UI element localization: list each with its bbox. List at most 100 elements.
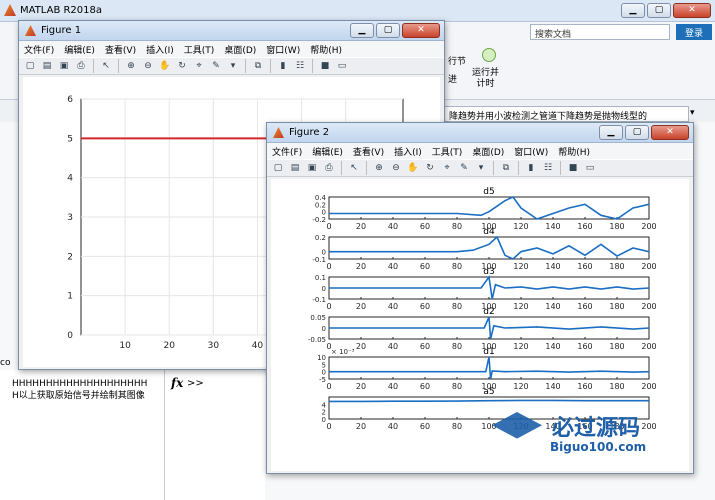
pointer-icon[interactable]: ↖: [347, 161, 361, 175]
zoom-out-icon[interactable]: ⊖: [141, 59, 155, 73]
figure1-toolbar: ▢ ▤ ▣ ⎙ ↖ ⊕ ⊖ ✋ ↻ ⌖ ✎ ▾ ⧉ ▮ ☷ ■ ▭: [19, 57, 444, 75]
hide-plot-tools-icon[interactable]: ■: [318, 59, 332, 73]
command-window[interactable]: fx >>: [165, 370, 265, 500]
x-tick-label: 20: [356, 382, 366, 391]
close-button[interactable]: ✕: [402, 23, 440, 38]
close-button[interactable]: ✕: [651, 125, 689, 140]
x-tick-label: 200: [641, 342, 656, 351]
x-tick-label: 20: [356, 302, 366, 311]
print-icon[interactable]: ⎙: [322, 161, 336, 175]
hide-plot-tools-icon[interactable]: ■: [566, 161, 580, 175]
brush-icon[interactable]: ✎: [209, 59, 223, 73]
menu-edit[interactable]: 编辑(E): [307, 145, 348, 158]
x-tick-label: 160: [577, 342, 592, 351]
menu-desktop[interactable]: 桌面(D): [219, 43, 261, 56]
current-folder-path[interactable]: 降趋势并用小波检测之管道下降趋势是抛物线型的: [444, 106, 689, 122]
menu-help[interactable]: 帮助(H): [305, 43, 347, 56]
menu-insert[interactable]: 插入(I): [389, 145, 427, 158]
y-tick-label: -0.1: [312, 296, 326, 304]
minimize-button[interactable]: ▁: [621, 3, 645, 18]
run-and-time-icon[interactable]: [482, 48, 496, 62]
y-tick-label: 6: [67, 95, 73, 105]
run-and-time-label[interactable]: 运行并 计时: [472, 68, 499, 90]
print-icon[interactable]: ⎙: [74, 59, 88, 73]
toolbar-separator: [270, 59, 271, 73]
subplot-title: a5: [483, 387, 494, 397]
brush-icon[interactable]: ✎: [457, 161, 471, 175]
figure2-menubar: 文件(F) 编辑(E) 查看(V) 插入(I) 工具(T) 桌面(D) 窗口(W…: [267, 143, 693, 159]
x-tick-label: 80: [452, 342, 462, 351]
zoom-in-icon[interactable]: ⊕: [372, 161, 386, 175]
colorbar-icon[interactable]: ▮: [524, 161, 538, 175]
ribbon-advance-label[interactable]: 进: [448, 72, 457, 85]
figure-icon: [25, 25, 36, 36]
subplot-title: d1: [483, 347, 494, 357]
workspace-panel: HHHHHHHHHHHHHHHHHHHHH以上获取原始信号并绘制其图像: [0, 370, 165, 500]
legend-icon[interactable]: ☷: [541, 161, 555, 175]
colorbar-icon[interactable]: ▮: [276, 59, 290, 73]
close-button[interactable]: ✕: [673, 3, 711, 18]
matlab-window-controls: ▁ ▢ ✕: [621, 3, 711, 18]
link-plot-icon[interactable]: ⧉: [251, 59, 265, 73]
x-tick-label: 80: [452, 302, 462, 311]
ribbon-run-section-label[interactable]: 行节: [448, 54, 466, 67]
menu-help[interactable]: 帮助(H): [553, 145, 595, 158]
open-file-icon[interactable]: ▤: [288, 161, 302, 175]
x-tick-label: 140: [545, 382, 560, 391]
x-tick-label: 60: [420, 382, 430, 391]
x-tick-label: 60: [420, 302, 430, 311]
x-tick-label: 200: [641, 382, 656, 391]
brush-dropdown-icon[interactable]: ▾: [474, 161, 488, 175]
x-tick-label: 40: [388, 382, 398, 391]
menu-window[interactable]: 窗口(W): [261, 43, 305, 56]
open-file-icon[interactable]: ▤: [40, 59, 54, 73]
maximize-button[interactable]: ▢: [625, 125, 649, 140]
maximize-button[interactable]: ▢: [647, 3, 671, 18]
login-button[interactable]: 登录: [676, 24, 712, 40]
data-cursor-icon[interactable]: ⌖: [192, 59, 206, 73]
brush-dropdown-icon[interactable]: ▾: [226, 59, 240, 73]
x-tick-label: 0: [326, 262, 331, 271]
x-tick-label: 120: [513, 382, 528, 391]
legend-icon[interactable]: ☷: [293, 59, 307, 73]
save-icon[interactable]: ▣: [305, 161, 319, 175]
save-icon[interactable]: ▣: [57, 59, 71, 73]
show-plot-tools-icon[interactable]: ▭: [583, 161, 597, 175]
menu-tools[interactable]: 工具(T): [427, 145, 468, 158]
subplot-axes: [328, 236, 650, 260]
pointer-icon[interactable]: ↖: [99, 59, 113, 73]
y-tick-label: 2: [67, 252, 73, 262]
menu-insert[interactable]: 插入(I): [141, 43, 179, 56]
menu-view[interactable]: 查看(V): [100, 43, 141, 56]
figure1-titlebar[interactable]: Figure 1 ▁ ▢ ✕: [19, 21, 444, 41]
path-dropdown-icon[interactable]: ▾: [690, 108, 695, 118]
maximize-button[interactable]: ▢: [376, 23, 400, 38]
figure1-title: Figure 1: [41, 25, 82, 36]
x-tick-label: 80: [452, 222, 462, 231]
new-figure-icon[interactable]: ▢: [23, 59, 37, 73]
figure2-titlebar[interactable]: Figure 2 ▁ ▢ ✕: [267, 123, 693, 143]
menu-edit[interactable]: 编辑(E): [59, 43, 100, 56]
data-cursor-icon[interactable]: ⌖: [440, 161, 454, 175]
pan-icon[interactable]: ✋: [406, 161, 420, 175]
link-plot-icon[interactable]: ⧉: [499, 161, 513, 175]
menu-window[interactable]: 窗口(W): [509, 145, 553, 158]
menu-view[interactable]: 查看(V): [348, 145, 389, 158]
new-figure-icon[interactable]: ▢: [271, 161, 285, 175]
pan-icon[interactable]: ✋: [158, 59, 172, 73]
x-tick-label: 60: [420, 342, 430, 351]
menu-desktop[interactable]: 桌面(D): [467, 145, 509, 158]
x-tick-label: 40: [252, 341, 264, 351]
rotate-icon[interactable]: ↻: [423, 161, 437, 175]
subplot-series-line: [329, 399, 649, 403]
minimize-button[interactable]: ▁: [350, 23, 374, 38]
minimize-button[interactable]: ▁: [599, 125, 623, 140]
menu-tools[interactable]: 工具(T): [179, 43, 220, 56]
menu-file[interactable]: 文件(F): [19, 43, 59, 56]
rotate-icon[interactable]: ↻: [175, 59, 189, 73]
zoom-in-icon[interactable]: ⊕: [124, 59, 138, 73]
menu-file[interactable]: 文件(F): [267, 145, 307, 158]
zoom-out-icon[interactable]: ⊖: [389, 161, 403, 175]
show-plot-tools-icon[interactable]: ▭: [335, 59, 349, 73]
doc-search-input[interactable]: 搜索文档: [530, 24, 670, 40]
